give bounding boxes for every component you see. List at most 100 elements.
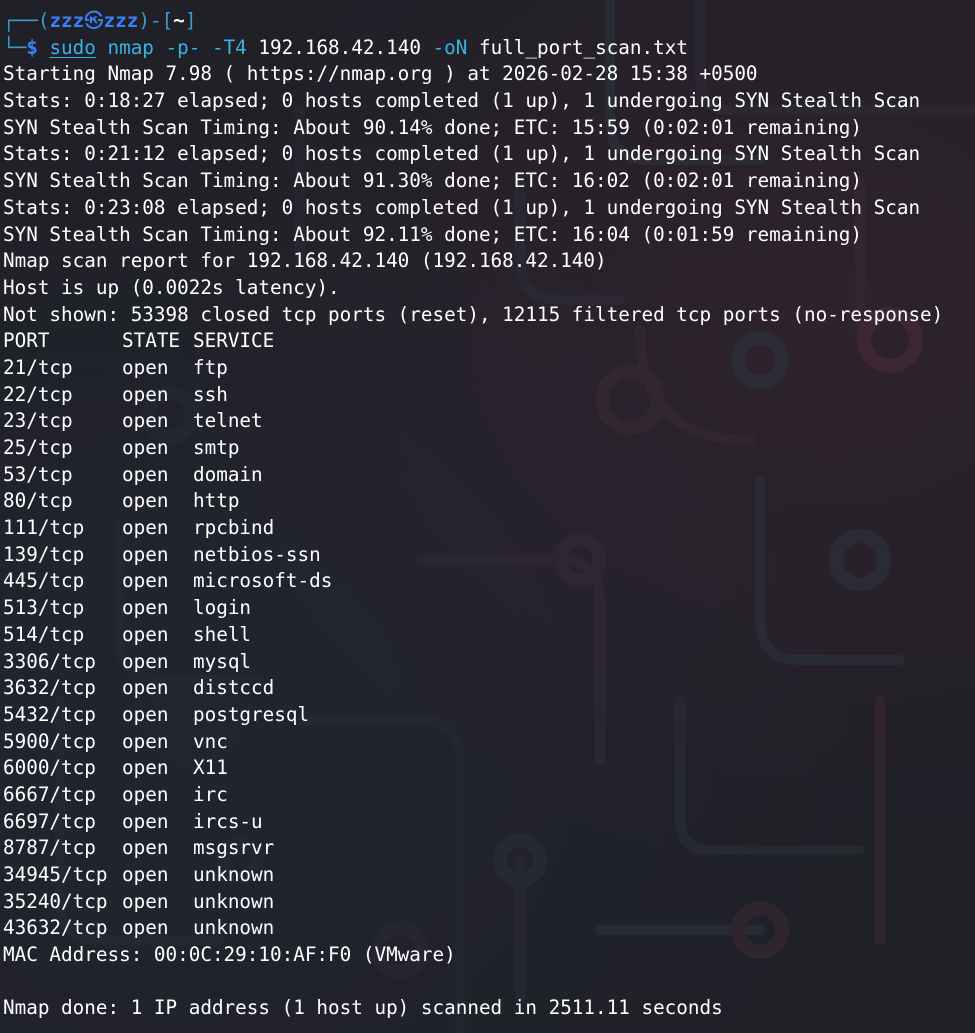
port-cell: 514/tcp [3,622,85,646]
port-row: 6697/tcp open ircs-u [3,809,975,836]
output-line: Host is up (0.0022s latency). [3,275,340,299]
port-row: 111/tcp open rpcbind [3,515,975,542]
state-cell: open [122,782,169,806]
state-cell: open [122,676,169,700]
service-cell: shell [193,622,252,646]
port-row: 35240/tcp open unknown [3,889,975,916]
service-cell: netbios-ssn [193,542,321,566]
output-line: SYN Stealth Scan Timing: About 90.14% do… [3,115,863,139]
port-cell: 111/tcp [3,516,85,540]
port-row: 514/tcp open shell [3,622,975,649]
state-cell: open [122,863,169,886]
port-row: 6000/tcp open X11 [3,755,975,782]
port-row: 80/tcp open http [3,488,975,515]
port-row: 21/tcp open ftp [3,355,975,382]
port-row: 43632/tcp open unknown [3,915,975,942]
state-cell: open [122,596,169,620]
state-cell: open [122,702,169,726]
port-cell: 3306/tcp [3,649,96,673]
port-row: 8787/tcp open msgsrvr [3,835,975,862]
service-cell: mysql [193,649,252,673]
service-cell: smtp [193,436,240,459]
output-line: Stats: 0:21:12 elapsed; 0 hosts complete… [3,142,921,166]
port-row: 6667/tcp open irc [3,782,975,809]
port-row: 34945/tcp open unknown [3,862,975,889]
service-cell: irc [193,782,228,806]
prompt-frame-top: ┌──( [3,9,50,32]
state-cell: open [122,649,169,673]
prompt-host: zzz [103,9,139,32]
service-cell: login [193,596,252,620]
state-cell: open [122,436,169,459]
port-cell: 34945/tcp [3,863,108,886]
service-column-header: SERVICE [193,329,275,353]
output-line: Not shown: 53398 closed tcp ports (reset… [3,302,944,326]
command-flag-ports: -p- [165,35,201,59]
port-row: 3306/tcp open mysql [3,649,975,676]
port-cell: 5432/tcp [3,702,96,726]
service-cell: unknown [193,863,275,886]
service-cell: rpcbind [193,516,275,540]
output-line: SYN Stealth Scan Timing: About 92.11% do… [3,222,863,246]
output-line: Stats: 0:18:27 elapsed; 0 hosts complete… [3,89,921,113]
terminal-window[interactable]: ┌──(zzz㉿zzz)-[~] └─$ sudo nmap -p- -T4 1… [0,0,975,1033]
prompt-user: zzz [49,9,85,32]
port-row: 513/tcp open login [3,595,975,622]
port-row: 53/tcp open domain [3,462,975,489]
command-flag-timing: -T4 [211,35,247,59]
port-table-header: PORT STATE SERVICE [3,328,975,355]
service-cell: unknown [193,916,275,940]
state-cell: open [122,516,169,540]
output-line: Nmap scan report for 192.168.42.140 (192… [3,249,607,273]
port-cell: 8787/tcp [3,836,96,860]
scan-done-line: Nmap done: 1 IP address (1 host up) scan… [3,996,723,1020]
state-cell: open [122,836,169,860]
port-row: 445/tcp open microsoft-ds [3,568,975,595]
state-cell: open [122,382,169,406]
command-line[interactable]: └─$ sudo nmap -p- -T4 192.168.42.140 -oN… [3,35,975,62]
state-cell: open [122,489,169,513]
port-cell: 139/tcp [3,542,85,566]
port-row: 139/tcp open netbios-ssn [3,542,975,569]
service-cell: ftp [193,355,228,379]
port-cell: 6667/tcp [3,782,96,806]
command-sudo: sudo [49,35,96,59]
port-row: 23/tcp open telnet [3,408,975,435]
service-cell: postgresql [193,702,310,726]
prompt-frame-mid: )-[ [138,9,174,32]
command-target: 192.168.42.140 [258,35,421,59]
port-column-header: PORT [3,329,50,353]
port-row: 3632/tcp open distccd [3,675,975,702]
command-program: nmap [107,35,154,59]
state-cell: open [122,756,169,780]
port-cell: 43632/tcp [3,916,108,940]
state-cell: open [122,889,169,913]
port-row: 22/tcp open ssh [3,382,975,409]
service-cell: microsoft-ds [193,569,333,593]
command-flag-output: -oN [432,35,468,59]
port-cell: 35240/tcp [3,889,108,913]
port-cell: 6697/tcp [3,809,96,833]
service-cell: http [193,489,240,513]
port-cell: 80/tcp [3,489,73,513]
command-output-file: full_port_scan.txt [478,35,688,59]
terminal-output[interactable]: ┌──(zzz㉿zzz)-[~] └─$ sudo nmap -p- -T4 1… [3,8,975,1022]
output-line: Starting Nmap 7.98 ( https://nmap.org ) … [3,62,758,86]
port-cell: 53/tcp [3,462,73,486]
service-cell: domain [193,462,263,486]
state-cell: open [122,355,169,379]
prompt-frame-bottom: └─ [3,35,27,59]
output-line: SYN Stealth Scan Timing: About 91.30% do… [3,169,863,193]
service-cell: unknown [193,889,275,913]
port-row: 5900/tcp open vnc [3,729,975,756]
port-row: 5432/tcp open postgresql [3,702,975,729]
port-cell: 21/tcp [3,355,73,379]
state-cell: open [122,569,169,593]
state-cell: open [122,729,169,753]
state-cell: open [122,622,169,646]
port-cell: 22/tcp [3,382,73,406]
port-row: 25/tcp open smtp [3,435,975,462]
state-cell: open [122,916,169,940]
service-cell: ircs-u [193,809,263,833]
